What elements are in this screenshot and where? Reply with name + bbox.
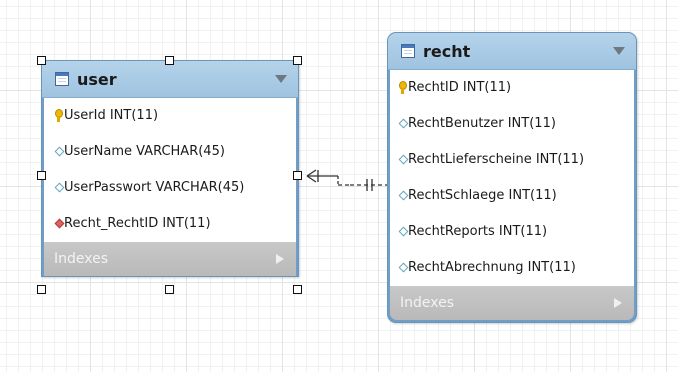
- resize-handle-left[interactable]: [37, 171, 46, 180]
- expand-arrow-icon[interactable]: [614, 298, 622, 308]
- column-label: UserPasswort VARCHAR(45): [64, 180, 245, 195]
- collapse-triangle-icon[interactable]: [613, 47, 625, 55]
- resize-handle-bottom-left[interactable]: [37, 285, 46, 294]
- column-row-rechtabrechnung[interactable]: RechtAbrechnung INT(11): [390, 250, 634, 286]
- column-label: Recht_RechtID INT(11): [64, 216, 211, 231]
- table-recht-indexes[interactable]: Indexes: [390, 286, 634, 320]
- resize-handle-top[interactable]: [165, 56, 174, 65]
- column-label: UserId INT(11): [64, 108, 159, 123]
- resize-handle-top-left[interactable]: [37, 56, 46, 65]
- table-user[interactable]: user UserId INT(11) UserName VARCHAR(45)…: [41, 60, 299, 277]
- column-row-recht-rechtid[interactable]: Recht_RechtID INT(11): [44, 206, 296, 242]
- table-icon: [55, 72, 69, 86]
- table-user-indexes[interactable]: Indexes: [44, 242, 296, 276]
- crowfoot-lower: [306, 175, 317, 183]
- er-diagram-canvas[interactable]: user UserId INT(11) UserName VARCHAR(45)…: [0, 0, 678, 372]
- column-label: RechtSchlaege INT(11): [408, 188, 557, 203]
- column-row-rechtreports[interactable]: RechtReports INT(11): [390, 214, 634, 250]
- collapse-triangle-icon[interactable]: [275, 75, 287, 83]
- column-row-userpasswort[interactable]: UserPasswort VARCHAR(45): [44, 170, 296, 206]
- table-icon: [401, 44, 415, 58]
- column-label: RechtBenutzer INT(11): [408, 116, 556, 131]
- column-row-rechtid[interactable]: RechtID INT(11): [390, 70, 634, 106]
- column-label: RechtID INT(11): [408, 80, 512, 95]
- resize-handle-bottom-right[interactable]: [293, 285, 302, 294]
- column-label: RechtLieferscheine INT(11): [408, 152, 585, 167]
- resize-handle-top-right[interactable]: [293, 56, 302, 65]
- crowfoot-upper: [306, 169, 317, 177]
- column-row-rechtlieferscheine[interactable]: RechtLieferscheine INT(11): [390, 142, 634, 178]
- table-recht-columns: RechtID INT(11) RechtBenutzer INT(11) Re…: [390, 70, 634, 286]
- table-recht[interactable]: recht RechtID INT(11) RechtBenutzer INT(…: [387, 32, 637, 323]
- expand-arrow-icon[interactable]: [276, 254, 284, 264]
- resize-handle-bottom[interactable]: [165, 285, 174, 294]
- indexes-label: Indexes: [400, 295, 455, 311]
- table-user-title: user: [77, 70, 117, 89]
- resize-handle-right[interactable]: [293, 171, 302, 180]
- column-row-rechtschlaege[interactable]: RechtSchlaege INT(11): [390, 178, 634, 214]
- column-label: RechtAbrechnung INT(11): [408, 260, 576, 275]
- table-recht-header[interactable]: recht: [388, 33, 636, 70]
- column-row-rechtbenutzer[interactable]: RechtBenutzer INT(11): [390, 106, 634, 142]
- table-user-header[interactable]: user: [42, 61, 298, 98]
- column-row-username[interactable]: UserName VARCHAR(45): [44, 134, 296, 170]
- table-user-columns: UserId INT(11) UserName VARCHAR(45) User…: [44, 98, 296, 242]
- column-label: RechtReports INT(11): [408, 224, 548, 239]
- indexes-label: Indexes: [54, 251, 109, 267]
- column-label: UserName VARCHAR(45): [64, 144, 225, 159]
- relationship-line: [306, 169, 388, 191]
- column-row-userid[interactable]: UserId INT(11): [44, 98, 296, 134]
- table-recht-title: recht: [423, 42, 471, 61]
